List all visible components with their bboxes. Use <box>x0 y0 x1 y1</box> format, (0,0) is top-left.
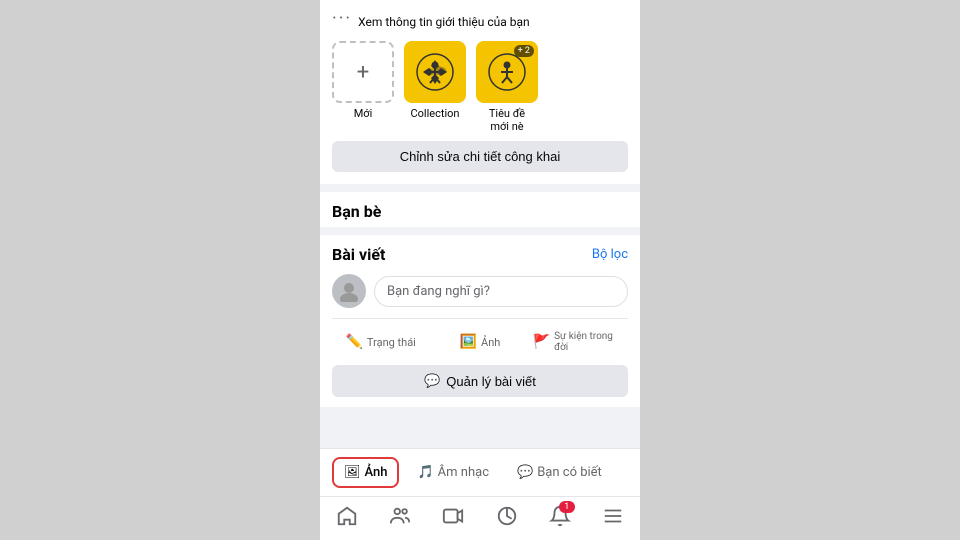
nav-bar: 1 <box>320 496 640 540</box>
tieude-image: + 2 <box>476 41 538 103</box>
add-button[interactable]: + <box>332 41 394 103</box>
ban-be-title: Bạn bè <box>320 184 640 227</box>
trang-thai-label: Trạng thái <box>367 336 416 349</box>
tab-am-nhac[interactable]: 🎵 Âm nhạc <box>407 459 499 486</box>
flag-icon: 🚩 <box>533 334 550 350</box>
post-input[interactable]: Bạn đang nghĩ gì? <box>374 276 628 307</box>
tab-ban-co-biet[interactable]: 💬 Bạn có biết <box>507 459 612 486</box>
intro-text: Xem thông tin giới thiệu của bạn <box>358 15 530 29</box>
post-actions: ✏️ Trạng thái 🖼️ Ảnh 🚩 Sự kiện trong đời <box>332 318 628 357</box>
notification-badge: 1 <box>559 501 575 513</box>
menu-nav-icon[interactable] <box>602 505 624 532</box>
featured-section: ··· Xem thông tin giới thiệu của bạn + M… <box>320 0 640 184</box>
anh-tab-label: Ảnh <box>365 465 388 480</box>
content-area: ··· Xem thông tin giới thiệu của bạn + M… <box>320 0 640 448</box>
ban-co-biet-label: Bạn có biết <box>537 465 602 480</box>
plus-badge: + 2 <box>514 45 534 57</box>
new-label: Mới <box>354 107 373 120</box>
manage-posts-button[interactable]: 💬 Quản lý bài viết <box>332 365 628 397</box>
am-nhac-label: Âm nhạc <box>438 465 489 480</box>
photo-icon: 🖼️ <box>460 334 477 350</box>
post-input-row: Bạn đang nghĩ gì? <box>332 274 628 308</box>
pencil-icon: ✏️ <box>345 334 362 350</box>
collection-label: Collection <box>411 107 460 120</box>
chat-icon: 💬 <box>517 465 533 480</box>
su-kien-button[interactable]: 🚩 Sự kiện trong đời <box>531 327 628 357</box>
bottom-tabs: 🖼 Ảnh 🎵 Âm nhạc 💬 Bạn có biết <box>320 448 640 496</box>
su-kien-label: Sự kiện trong đời <box>554 331 626 353</box>
music-icon: 🎵 <box>417 465 433 480</box>
user-avatar <box>332 274 366 308</box>
manage-posts-label: Quản lý bài viết <box>446 374 536 389</box>
home-nav-icon[interactable] <box>336 505 358 532</box>
anh-tab-icon: 🖼 <box>344 465 361 480</box>
bai-viet-title: Bài viết <box>332 245 385 264</box>
featured-items: + Mới <box>332 41 628 133</box>
video-nav-icon[interactable] <box>442 505 464 532</box>
tieude-soccer-icon <box>487 52 527 92</box>
bell-nav-icon[interactable]: 1 <box>549 505 571 532</box>
tieude-label: Tiêu đề mới nè <box>489 107 525 133</box>
bo-loc-link[interactable]: Bộ lọc <box>592 247 628 262</box>
bai-viet-section: Bài viết Bộ lọc Bạn đang nghĩ gì? ✏️ Trạ… <box>320 235 640 407</box>
more-options-icon[interactable]: ··· <box>332 8 352 29</box>
tieude-item[interactable]: + 2 Tiêu đề mới nè <box>476 41 538 133</box>
marketplace-nav-icon[interactable] <box>496 505 518 532</box>
new-item: + Mới <box>332 41 394 120</box>
edit-public-details-button[interactable]: Chỉnh sửa chi tiết công khai <box>332 141 628 172</box>
collection-item[interactable]: Collection <box>404 41 466 120</box>
collection-image <box>404 41 466 103</box>
manage-posts-icon: 💬 <box>424 373 440 389</box>
phone-frame: ··· Xem thông tin giới thiệu của bạn + M… <box>320 0 640 540</box>
trang-thai-button[interactable]: ✏️ Trạng thái <box>332 327 429 357</box>
tab-anh[interactable]: 🖼 Ảnh <box>332 457 399 488</box>
friends-nav-icon[interactable] <box>389 505 411 532</box>
avatar-icon <box>338 280 360 302</box>
anh-label: Ảnh <box>481 336 500 349</box>
anh-button[interactable]: 🖼️ Ảnh <box>431 327 528 357</box>
collection-soccer-icon <box>415 52 455 92</box>
bai-viet-header: Bài viết Bộ lọc <box>332 245 628 264</box>
